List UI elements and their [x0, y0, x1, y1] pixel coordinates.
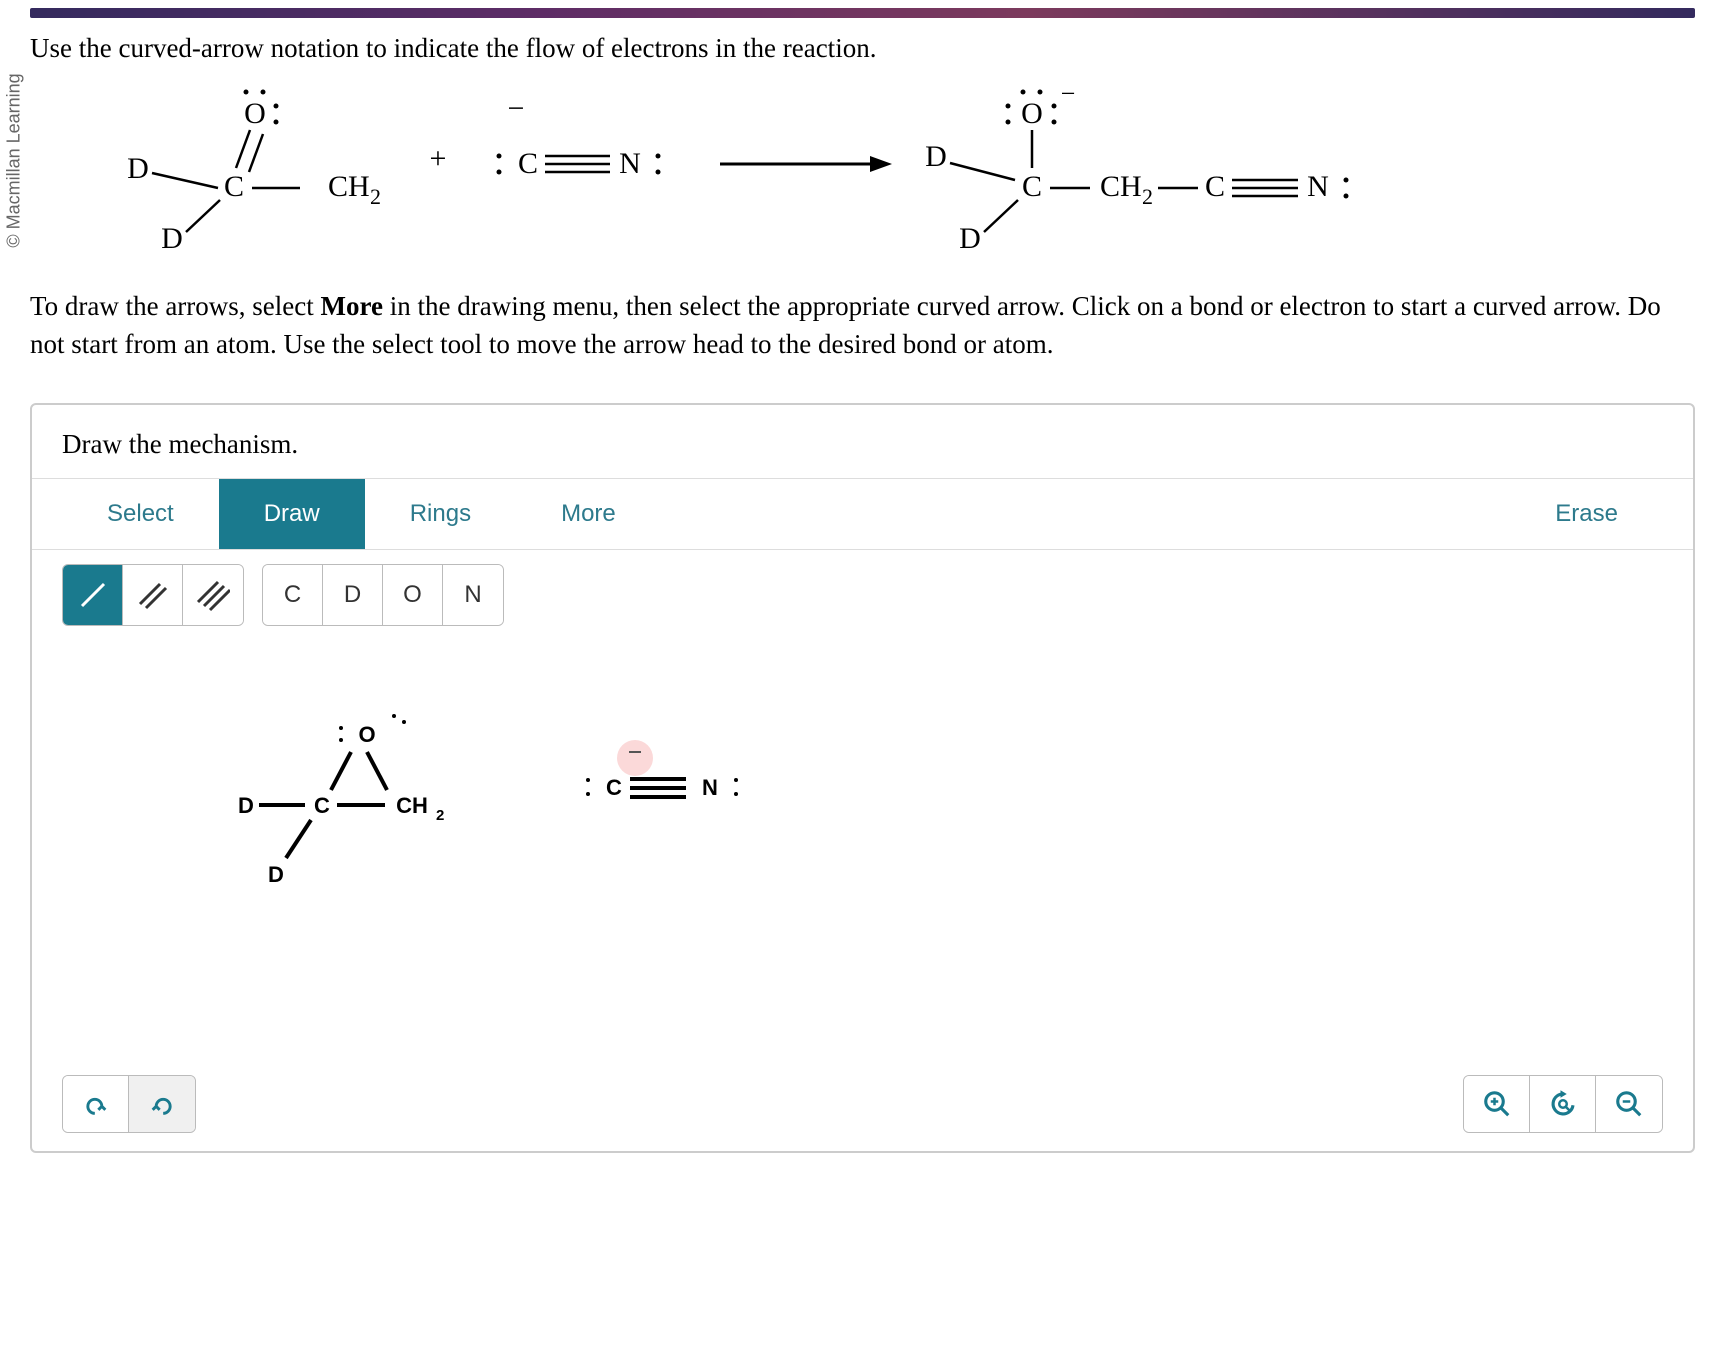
- drawing-canvas[interactable]: O C CH 2 D D C: [32, 640, 1693, 1060]
- svg-text:D: D: [127, 152, 149, 185]
- tab-rings[interactable]: Rings: [365, 479, 516, 549]
- svg-text:D: D: [238, 793, 254, 818]
- svg-text:D: D: [161, 222, 183, 255]
- tab-erase[interactable]: Erase: [1510, 479, 1663, 549]
- svg-text:−: −: [508, 92, 525, 125]
- svg-text:D: D: [925, 140, 947, 173]
- redo-icon: [148, 1090, 176, 1118]
- product: O − C D D CH 2 C N: [925, 88, 1348, 255]
- svg-text:C: C: [1022, 170, 1042, 203]
- canvas-cyanide[interactable]: C N: [586, 740, 738, 800]
- svg-text:O: O: [244, 97, 266, 130]
- bond-tool-group: [62, 564, 244, 626]
- tab-draw[interactable]: Draw: [219, 479, 365, 549]
- sub-toolbar: C D O N: [32, 550, 1693, 640]
- svg-text:O: O: [1021, 97, 1043, 130]
- atom-tool-group: C D O N: [262, 564, 504, 626]
- canvas-ketone[interactable]: O C CH 2 D D: [238, 714, 444, 887]
- atom-o-tool[interactable]: O: [383, 565, 443, 625]
- svg-text:2: 2: [1142, 184, 1153, 209]
- svg-text:N: N: [1307, 170, 1329, 203]
- undo-icon: [82, 1090, 110, 1118]
- zoom-controls: [1463, 1075, 1663, 1133]
- editor-header: Draw the mechanism.: [32, 405, 1693, 478]
- svg-text:2: 2: [370, 184, 381, 209]
- bottom-controls: [62, 1075, 1663, 1133]
- redo-button[interactable]: [129, 1076, 195, 1132]
- svg-text:C: C: [606, 775, 622, 800]
- svg-text:C: C: [518, 147, 538, 180]
- zoom-in-button[interactable]: [1464, 1076, 1530, 1132]
- svg-text:CH: CH: [1100, 170, 1142, 203]
- svg-text:CH: CH: [396, 793, 428, 818]
- plus-sign: +: [430, 142, 447, 175]
- svg-text:C: C: [1205, 170, 1225, 203]
- svg-text:N: N: [702, 775, 718, 800]
- tab-spacer: [661, 479, 1511, 549]
- single-bond-tool[interactable]: [63, 565, 123, 625]
- copyright-text: © Macmillan Learning: [4, 73, 25, 247]
- reaction-arrow: [720, 156, 892, 172]
- svg-text:O: O: [358, 722, 375, 747]
- drawing-editor: Draw the mechanism. Select Draw Rings Mo…: [30, 403, 1695, 1153]
- triple-bond-tool[interactable]: [183, 565, 243, 625]
- zoom-out-icon: [1614, 1089, 1644, 1119]
- zoom-in-icon: [1482, 1089, 1512, 1119]
- history-controls: [62, 1075, 196, 1133]
- svg-text:C: C: [314, 793, 330, 818]
- editor-tabs: Select Draw Rings More Erase: [32, 478, 1693, 550]
- instruction-pre: To draw the arrows, select: [30, 291, 321, 321]
- svg-text:C: C: [224, 170, 244, 203]
- question-text: Use the curved-arrow notation to indicat…: [30, 30, 1695, 68]
- copyright-sidebar: © Macmillan Learning: [4, 30, 24, 290]
- main-content: Use the curved-arrow notation to indicat…: [30, 8, 1695, 1153]
- atom-n-tool[interactable]: N: [443, 565, 503, 625]
- zoom-out-button[interactable]: [1596, 1076, 1662, 1132]
- svg-text:2: 2: [436, 807, 444, 824]
- cyanide-reactant: − C N: [497, 92, 661, 180]
- atom-c-tool[interactable]: C: [263, 565, 323, 625]
- atom-d-tool[interactable]: D: [323, 565, 383, 625]
- svg-text:CH: CH: [328, 170, 370, 203]
- tab-more[interactable]: More: [516, 479, 661, 549]
- undo-button[interactable]: [63, 1076, 129, 1132]
- reaction-scheme: O C D D CH 2 + −: [80, 88, 1695, 268]
- tab-select[interactable]: Select: [62, 479, 219, 549]
- double-bond-tool[interactable]: [123, 565, 183, 625]
- reset-zoom-icon: [1548, 1089, 1578, 1119]
- reactant-ketone: O C D D CH 2: [127, 89, 381, 255]
- reset-zoom-button[interactable]: [1530, 1076, 1596, 1132]
- instruction-text: To draw the arrows, select More in the d…: [30, 288, 1695, 364]
- svg-text:D: D: [268, 862, 284, 887]
- svg-text:D: D: [959, 222, 981, 255]
- instruction-bold: More: [321, 291, 383, 321]
- svg-text:−: −: [1061, 88, 1076, 108]
- svg-text:N: N: [619, 147, 641, 180]
- top-decorative-bar: [30, 8, 1695, 18]
